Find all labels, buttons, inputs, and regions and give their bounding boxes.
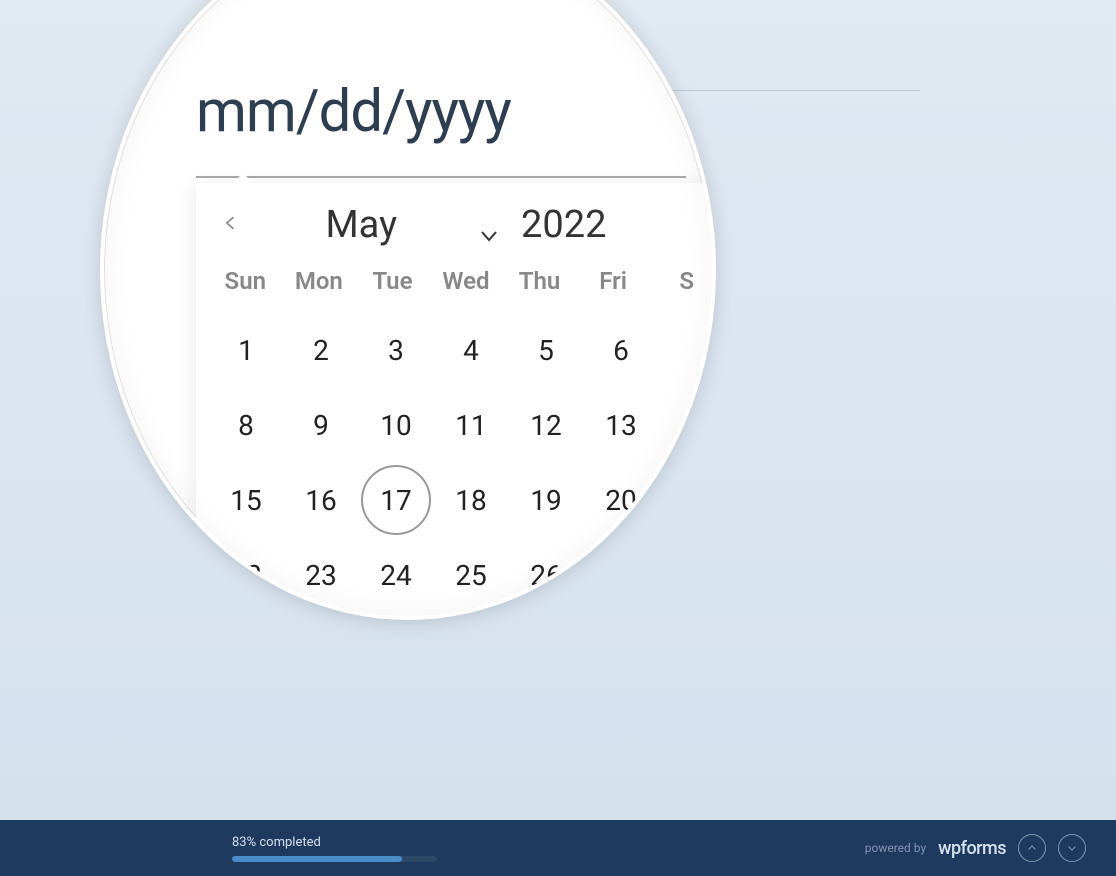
calendar-day — [661, 390, 716, 460]
calendar-header: May 2022 — [206, 203, 716, 247]
magnifier-view: mm/dd/yyyy May 2022 — [100, 0, 716, 620]
calendar-day[interactable]: 22 — [211, 540, 281, 610]
weekday-label: S — [652, 267, 716, 295]
input-underline — [196, 176, 686, 178]
chevron-left-icon — [221, 213, 241, 233]
calendar-day[interactable]: 3 — [361, 315, 431, 385]
calendar-day[interactable]: 11 — [436, 390, 506, 460]
month-selector[interactable]: May — [326, 203, 502, 247]
calendar-day[interactable]: 23 — [286, 540, 356, 610]
calendar-day[interactable]: 12 — [511, 390, 581, 460]
prev-month-button[interactable] — [221, 213, 241, 233]
calendar-day — [661, 540, 716, 610]
chevron-up-icon — [1026, 842, 1038, 854]
footer-bar: 83% completed powered by wpforms — [0, 820, 1116, 876]
calendar-day[interactable]: 19 — [511, 465, 581, 535]
progress-fill — [232, 856, 402, 862]
calendar-day[interactable]: 15 — [211, 465, 281, 535]
month-label: May — [326, 203, 398, 247]
calendar-day[interactable]: 24 — [361, 540, 431, 610]
calendar-day[interactable]: 6 — [586, 315, 656, 385]
weekday-label: Tue — [358, 267, 427, 295]
wpforms-logo: wpforms — [938, 838, 1006, 859]
calendar-day[interactable]: 20 — [586, 465, 656, 535]
weekday-label: Wed — [432, 267, 501, 295]
weekday-row: SunMonTueWedThuFriS — [206, 267, 716, 295]
calendar-days-grid: 12345689101112131516171819202223242526 — [206, 315, 716, 610]
progress-text: 83% completed — [232, 835, 865, 850]
calendar-day[interactable]: 10 — [361, 390, 431, 460]
year-label[interactable]: 2022 — [521, 203, 606, 247]
date-input-field[interactable]: mm/dd/yyyy — [196, 78, 622, 146]
calendar-day — [586, 540, 656, 610]
chevron-down-icon — [477, 213, 501, 237]
calendar-popup: May 2022 SunMonTueWedThuFriS 12345689101… — [196, 183, 716, 620]
progress-bar — [232, 856, 437, 862]
calendar-day[interactable]: 8 — [211, 390, 281, 460]
calendar-day[interactable]: 26 — [511, 540, 581, 610]
progress-section: 83% completed — [232, 835, 865, 862]
calendar-day[interactable]: 2 — [286, 315, 356, 385]
prev-page-button[interactable] — [1018, 834, 1046, 862]
calendar-day[interactable]: 17 — [361, 465, 431, 535]
weekday-label: Thu — [505, 267, 574, 295]
calendar-day — [661, 315, 716, 385]
calendar-day — [661, 465, 716, 535]
calendar-day[interactable]: 5 — [511, 315, 581, 385]
calendar-day[interactable]: 9 — [286, 390, 356, 460]
weekday-label: Mon — [285, 267, 354, 295]
next-page-button[interactable] — [1058, 834, 1086, 862]
calendar-day[interactable]: 13 — [586, 390, 656, 460]
calendar-day[interactable]: 16 — [286, 465, 356, 535]
calendar-day[interactable]: 4 — [436, 315, 506, 385]
powered-by-text: powered by — [865, 841, 926, 855]
calendar-day[interactable]: 1 — [211, 315, 281, 385]
calendar-day[interactable]: 18 — [436, 465, 506, 535]
calendar-day[interactable]: 25 — [436, 540, 506, 610]
weekday-label: Fri — [579, 267, 648, 295]
chevron-down-icon — [1066, 842, 1078, 854]
weekday-label: Sun — [211, 267, 280, 295]
